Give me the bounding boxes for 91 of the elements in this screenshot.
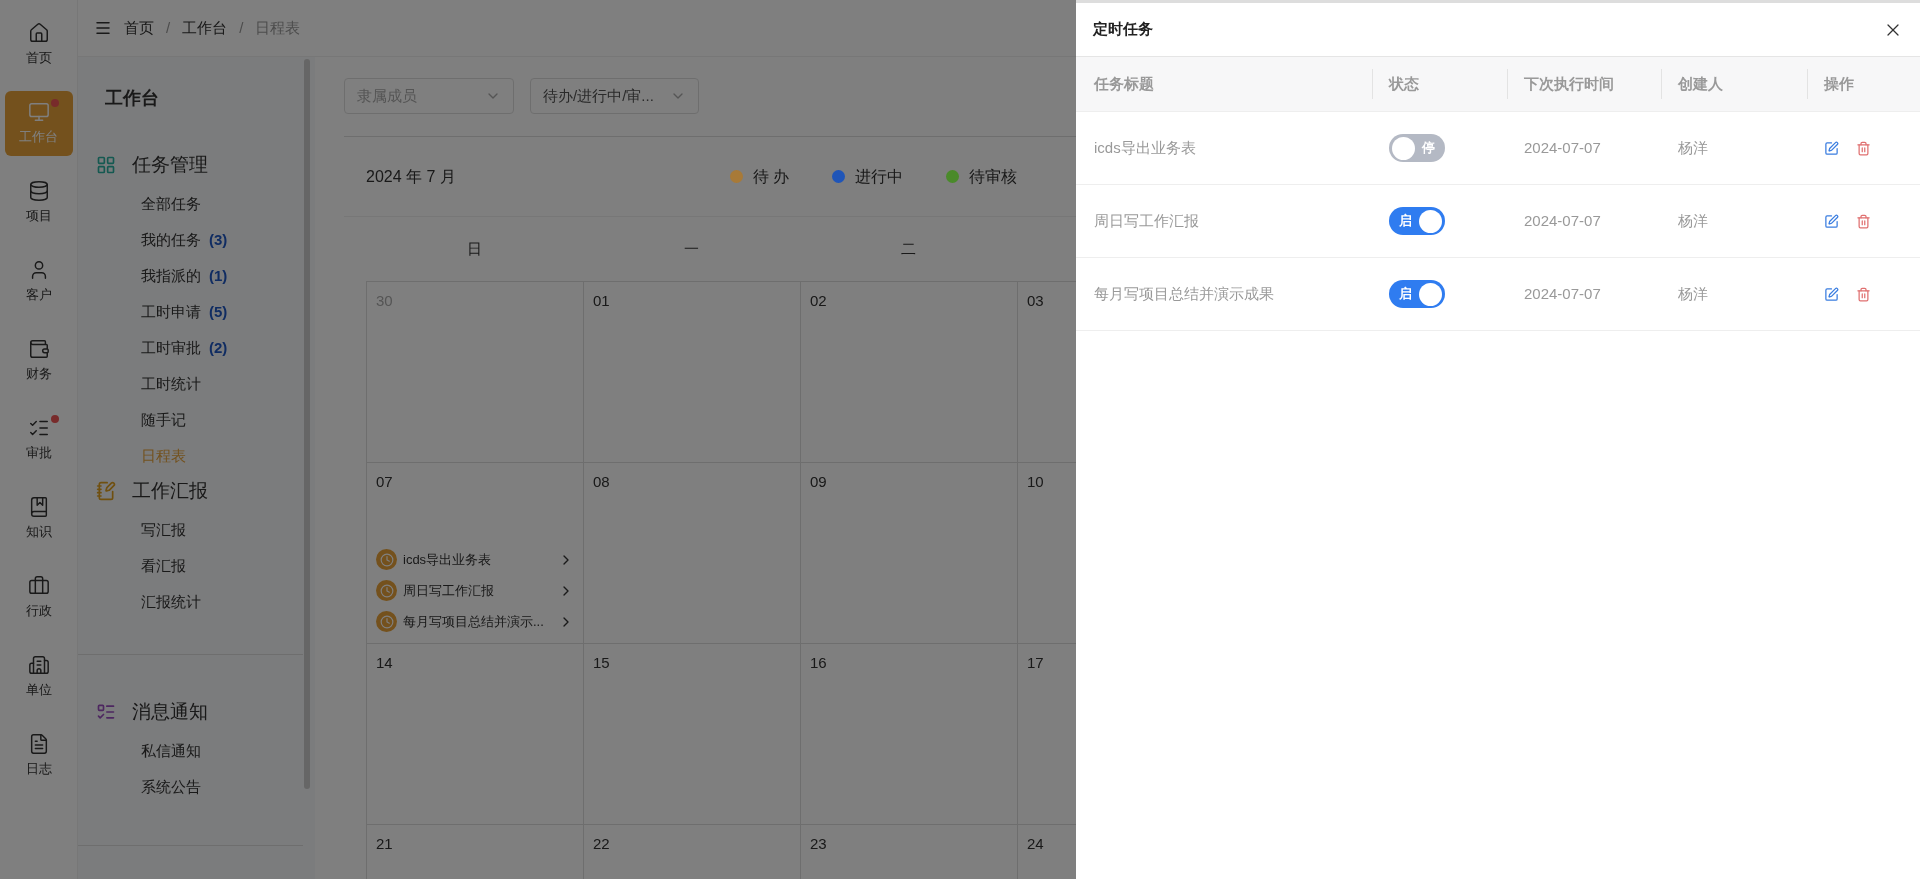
nav-item[interactable]: 首页 bbox=[4, 12, 73, 77]
clock-icon bbox=[376, 580, 397, 601]
nav-item[interactable]: 项目 bbox=[4, 170, 73, 235]
table-cell-text: 2024-07-07 bbox=[1524, 283, 1601, 304]
monitor-icon bbox=[27, 100, 50, 123]
nav-item[interactable]: 单位 bbox=[4, 644, 73, 709]
sidebar-item[interactable]: 工时申请 (5) bbox=[78, 294, 315, 330]
trash-icon[interactable] bbox=[1856, 140, 1871, 156]
trash-icon[interactable] bbox=[1856, 286, 1871, 302]
nav-item[interactable]: 行政 bbox=[4, 565, 73, 630]
sidebar-item[interactable]: 看汇报 bbox=[78, 548, 315, 584]
weekday-header: 一 bbox=[683, 238, 700, 259]
legend-label: 待审核 bbox=[969, 166, 1018, 187]
trash-icon[interactable] bbox=[1856, 213, 1871, 229]
clock-icon bbox=[376, 611, 397, 632]
sidebar-item[interactable]: 随手记 bbox=[78, 402, 315, 438]
nav-item[interactable]: 知识 bbox=[4, 486, 73, 551]
legend-label: 进行中 bbox=[855, 166, 904, 187]
day-number: 23 bbox=[810, 834, 827, 854]
sidebar-title: 工作台 bbox=[104, 87, 160, 110]
day-number: 08 bbox=[593, 472, 610, 492]
day-number: 22 bbox=[593, 834, 610, 854]
nav-item[interactable]: 财务 bbox=[4, 328, 73, 393]
column-header: 任务标题 bbox=[1093, 73, 1154, 94]
column-header: 操作 bbox=[1824, 73, 1854, 94]
home-icon bbox=[27, 21, 50, 44]
day-number: 17 bbox=[1027, 653, 1044, 673]
wallet-icon bbox=[27, 337, 50, 360]
sidebar-item[interactable]: 系统公告 bbox=[78, 769, 303, 805]
filter-select[interactable]: 待办/进行中/审... bbox=[530, 78, 699, 114]
day-number: 14 bbox=[376, 653, 393, 673]
status-toggle[interactable]: 启 bbox=[1389, 207, 1445, 235]
edit-icon[interactable] bbox=[1824, 213, 1839, 229]
breadcrumb-separator: / bbox=[166, 17, 171, 38]
database-icon bbox=[27, 179, 50, 202]
column-header: 状态 bbox=[1389, 73, 1419, 94]
table-cell-text: 每月写项目总结并演示成果 bbox=[1094, 283, 1274, 304]
grid-icon bbox=[96, 155, 116, 175]
nav-item[interactable]: 客户 bbox=[4, 249, 73, 314]
calendar-event[interactable]: icds导出业务表 bbox=[376, 548, 574, 571]
day-number: 16 bbox=[810, 653, 827, 673]
column-header: 创建人 bbox=[1678, 73, 1723, 94]
breadcrumb-link[interactable]: 工作台 bbox=[182, 16, 228, 40]
sidebar-item[interactable]: 工时审批 (2) bbox=[78, 330, 315, 366]
day-number: 09 bbox=[810, 472, 827, 492]
menu-icon[interactable] bbox=[94, 19, 112, 37]
sidebar-item[interactable]: 全部任务 bbox=[78, 186, 315, 222]
day-number: 01 bbox=[593, 291, 610, 311]
nav-item[interactable]: 日志 bbox=[4, 723, 73, 788]
drawer-title: 定时任务 bbox=[1093, 19, 1153, 40]
building-icon bbox=[27, 653, 50, 676]
sidebar-item[interactable]: 工时统计 bbox=[78, 366, 315, 402]
breadcrumb-link[interactable]: 首页 bbox=[124, 16, 154, 40]
legend-label: 待 办 bbox=[753, 166, 790, 187]
sidebar-item[interactable]: 我的任务 (3) bbox=[78, 222, 315, 258]
group-title: 工作汇报 bbox=[132, 478, 208, 503]
weekday-header: 日 bbox=[466, 238, 483, 259]
calendar-event[interactable]: 每月写项目总结并演示... bbox=[376, 610, 574, 633]
sidebar-item[interactable]: 我指派的 (1) bbox=[78, 258, 315, 294]
table-cell-text: 杨洋 bbox=[1678, 283, 1708, 304]
day-number: 07 bbox=[376, 472, 393, 492]
table-cell-text: 2024-07-07 bbox=[1524, 137, 1601, 158]
list-icon bbox=[96, 702, 116, 722]
notepad-icon bbox=[96, 481, 116, 501]
weekday-header: 二 bbox=[900, 238, 917, 259]
breadcrumb-separator: / bbox=[239, 17, 244, 38]
status-toggle[interactable]: 启 bbox=[1389, 280, 1445, 308]
briefcase-icon bbox=[27, 574, 50, 597]
sidebar-item[interactable]: 写汇报 bbox=[78, 512, 315, 548]
day-number: 02 bbox=[810, 291, 827, 311]
sidebar-item[interactable]: 私信通知 bbox=[78, 733, 303, 769]
table-cell-text: 2024-07-07 bbox=[1524, 210, 1601, 231]
edit-icon[interactable] bbox=[1824, 140, 1839, 156]
sidebar-item[interactable]: 汇报统计 bbox=[78, 584, 315, 620]
group-title: 任务管理 bbox=[132, 152, 208, 177]
day-number: 24 bbox=[1027, 834, 1044, 854]
table-cell-text: 杨洋 bbox=[1678, 137, 1708, 158]
table-cell-text: 杨洋 bbox=[1678, 210, 1708, 231]
day-number: 15 bbox=[593, 653, 610, 673]
edit-icon[interactable] bbox=[1824, 286, 1839, 302]
clock-icon bbox=[376, 549, 397, 570]
month-title: 2024 年 7 月 bbox=[366, 166, 457, 187]
calendar-event[interactable]: 周日写工作汇报 bbox=[376, 579, 574, 602]
table-cell-text: 周日写工作汇报 bbox=[1094, 210, 1199, 231]
table-cell-text: icds导出业务表 bbox=[1094, 137, 1196, 158]
day-number: 03 bbox=[1027, 291, 1044, 311]
column-header: 下次执行时间 bbox=[1524, 73, 1614, 94]
group-title: 消息通知 bbox=[132, 699, 208, 724]
day-number: 10 bbox=[1027, 472, 1044, 492]
day-number: 21 bbox=[376, 834, 393, 854]
nav-item[interactable]: 审批 bbox=[4, 407, 73, 472]
